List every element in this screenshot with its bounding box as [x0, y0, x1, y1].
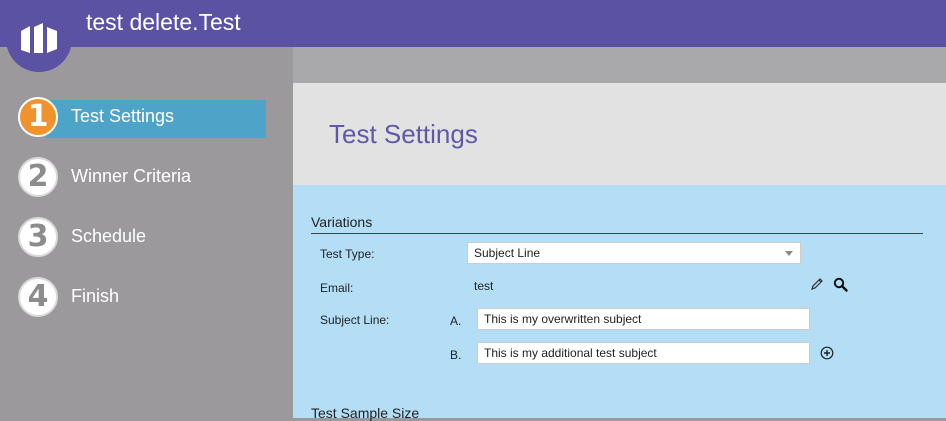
step-number: 4 [18, 277, 58, 317]
step-finish[interactable]: 4 Finish [18, 277, 268, 321]
chevron-down-icon [785, 251, 793, 256]
email-value: test [474, 279, 494, 293]
email-label: Email: [320, 281, 354, 295]
section-divider [311, 233, 923, 234]
step-number: 2 [18, 157, 58, 197]
step-label: Schedule [71, 226, 147, 246]
step-winner-criteria[interactable]: 2 Winner Criteria [18, 157, 268, 201]
step-test-settings[interactable]: 1 Test Settings [18, 97, 268, 141]
variant-a-letter: A. [450, 314, 462, 328]
step-number: 1 [18, 97, 58, 137]
test-type-value: Subject Line [474, 246, 541, 260]
step-label: Finish [71, 286, 120, 306]
step-schedule[interactable]: 3 Schedule [18, 217, 268, 261]
search-icon[interactable] [833, 277, 848, 297]
subject-line-label: Subject Line: [320, 313, 390, 327]
step-label: Test Settings [71, 106, 175, 126]
add-circle-icon[interactable] [820, 346, 834, 365]
page-title: Test Settings [329, 119, 478, 149]
subject-b-value: This is my additional test subject [484, 346, 657, 360]
header-strip [293, 47, 946, 83]
settings-panel: Variations Test Type: Subject Line Email… [293, 185, 946, 421]
step-number: 3 [18, 217, 58, 257]
top-bar: test delete.Test [0, 0, 946, 47]
test-type-select[interactable]: Subject Line [467, 242, 801, 264]
subject-a-value: This is my overwritten subject [484, 312, 642, 326]
step-label: Winner Criteria [71, 166, 192, 186]
marketo-logo-icon[interactable] [6, 0, 72, 72]
variant-b-letter: B. [450, 348, 462, 362]
test-type-label: Test Type: [320, 247, 375, 261]
variations-section-title: Variations [311, 214, 373, 230]
pencil-icon[interactable] [810, 277, 824, 296]
sample-size-section-title: Test Sample Size [311, 405, 420, 421]
app-title: test delete.Test [86, 9, 241, 35]
subject-b-input[interactable]: This is my additional test subject [477, 342, 810, 364]
page-header: Test Settings [293, 83, 946, 185]
subject-a-input[interactable]: This is my overwritten subject [477, 308, 810, 330]
